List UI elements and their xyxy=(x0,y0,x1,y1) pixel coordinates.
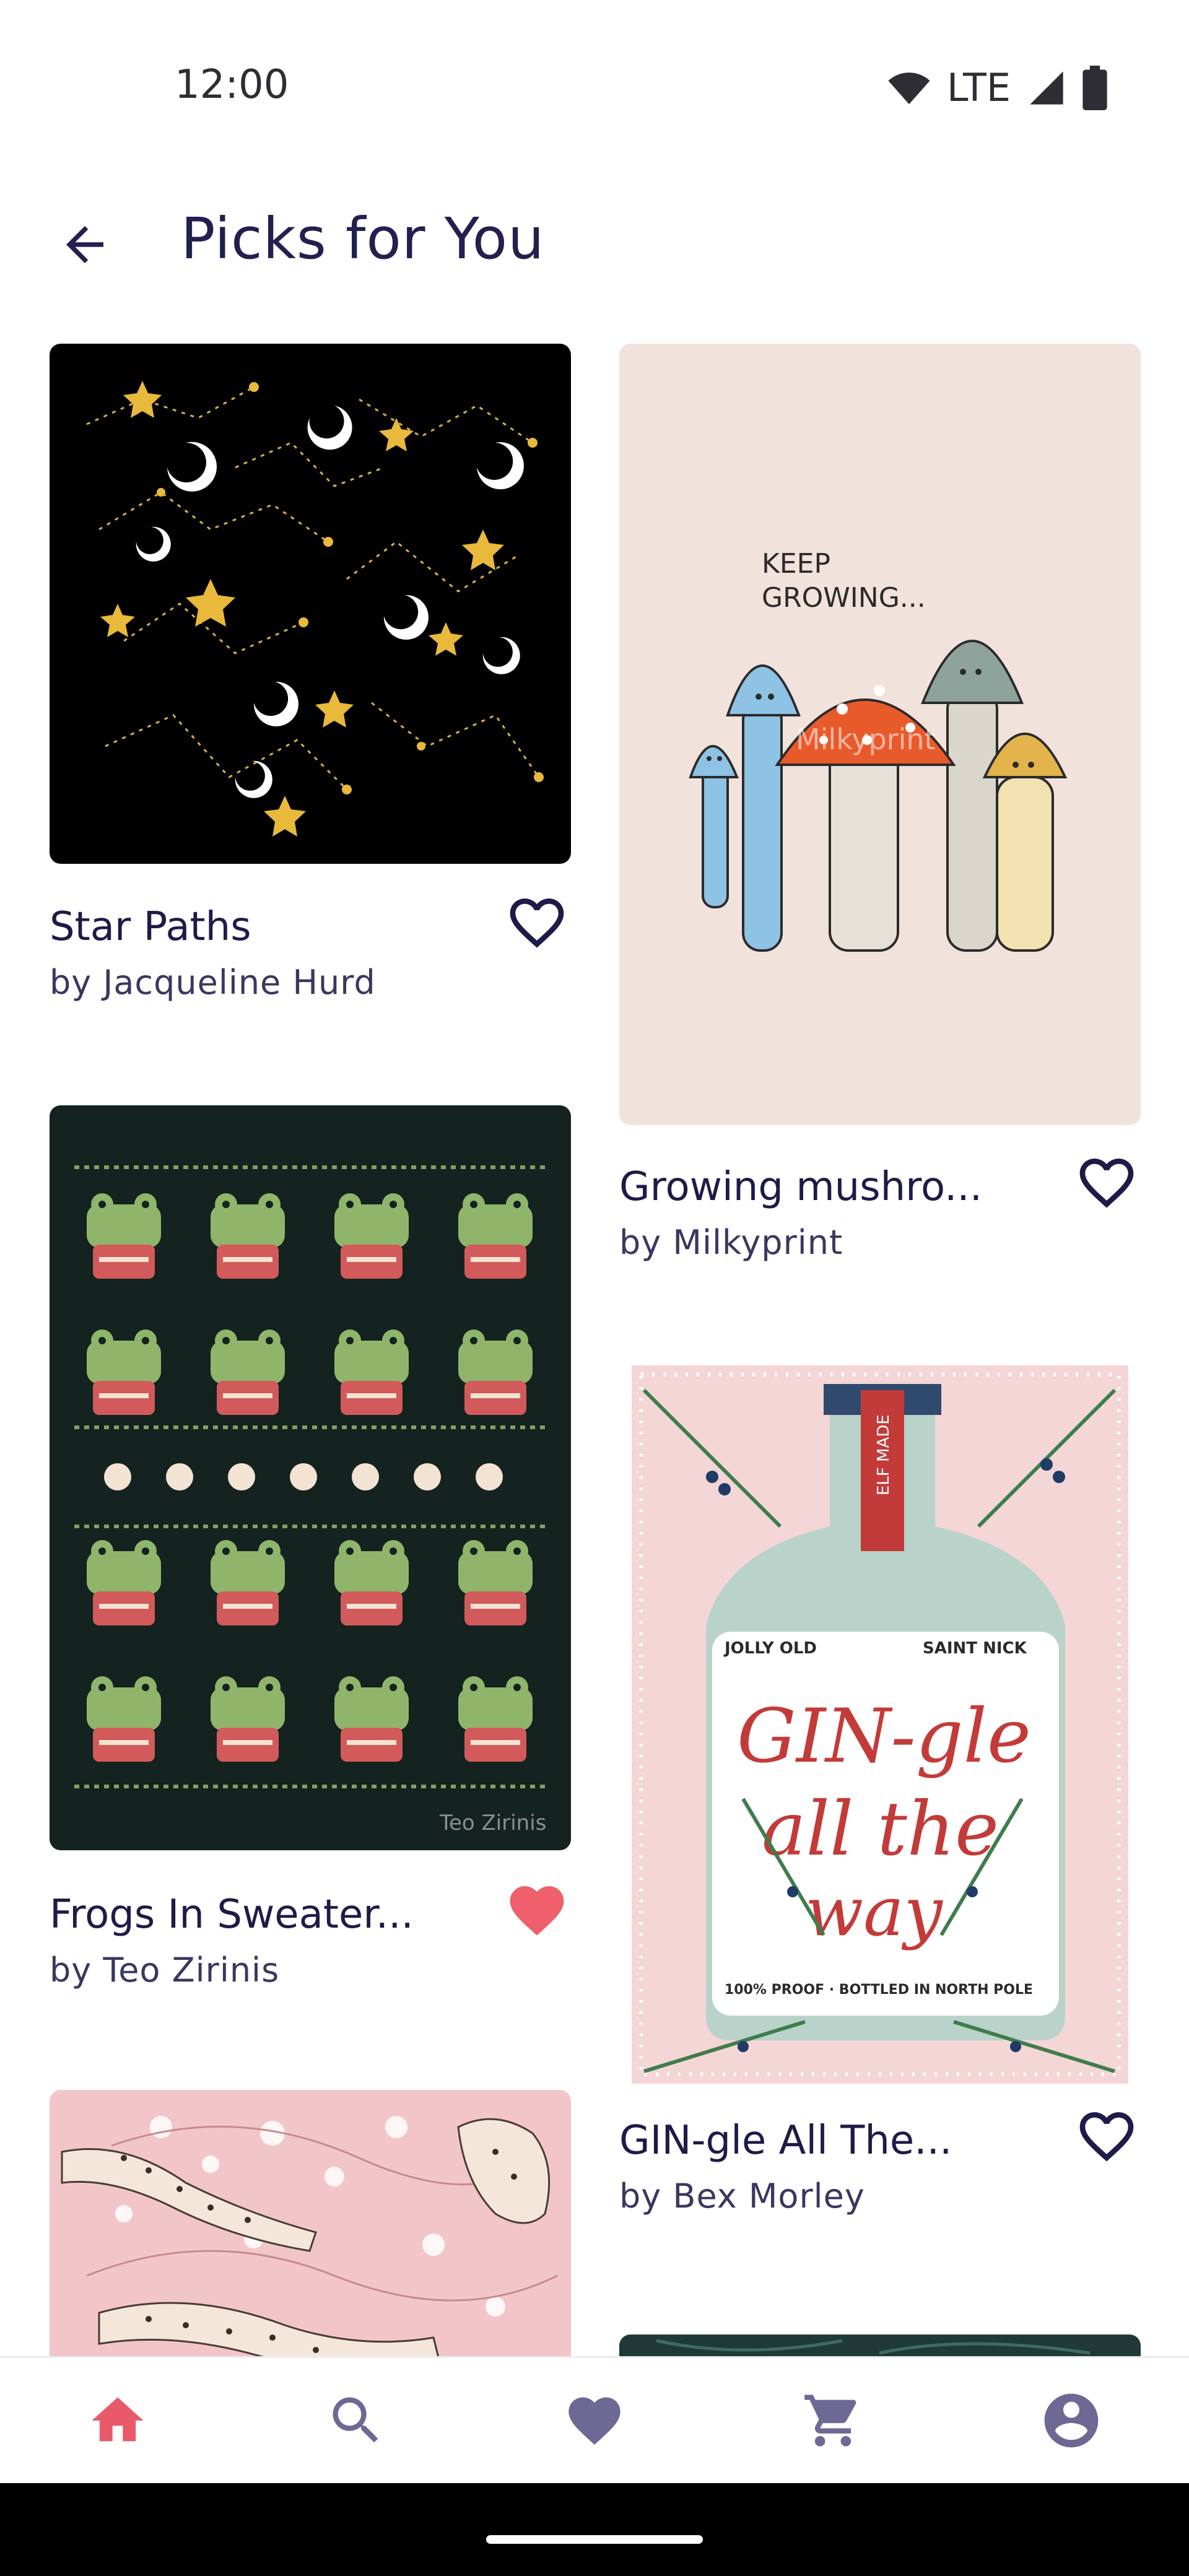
home-gesture-pill[interactable] xyxy=(486,2535,703,2544)
product-card-partial-right[interactable] xyxy=(619,2334,1141,2356)
heart-outline-icon xyxy=(1079,2112,1134,2162)
status-bar: 12:00 LTE xyxy=(0,0,1189,149)
heart-icon xyxy=(568,2397,621,2445)
favorite-button[interactable] xyxy=(503,889,571,957)
wifi-icon xyxy=(888,72,930,104)
status-time: 12:00 xyxy=(175,62,289,108)
product-card-star-paths[interactable]: Star Paths by Jacqueline Hurd xyxy=(50,344,571,1025)
card-title[interactable]: Growing mushro... xyxy=(619,1164,982,1210)
svg-text:Milkyprint: Milkyprint xyxy=(796,723,936,756)
nav-search[interactable] xyxy=(322,2387,390,2455)
star-paths-artwork[interactable] xyxy=(50,344,571,864)
card-title[interactable]: GIN-gle All The... xyxy=(619,2118,952,2164)
svg-text:SAINT NICK: SAINT NICK xyxy=(923,1639,1027,1658)
svg-text:KEEP: KEEP xyxy=(762,548,830,580)
arrow-left-icon xyxy=(66,226,103,263)
svg-text:100% PROOF · BOTTLED IN NORTH: 100% PROOF · BOTTLED IN NORTH POLE xyxy=(725,1982,1033,1998)
account-icon xyxy=(1044,2393,1099,2448)
home-icon xyxy=(92,2397,144,2442)
product-card-frogs-in-sweaters[interactable]: Teo Zirinis Frogs In Sweater... by Teo Z… xyxy=(50,1105,571,1997)
partial-artwork[interactable] xyxy=(619,2334,1141,2356)
favorite-button[interactable] xyxy=(1073,1149,1141,1217)
nav-home[interactable] xyxy=(84,2387,152,2455)
network-label: LTE xyxy=(946,65,1011,110)
cheetah-floral-artwork[interactable] xyxy=(50,2090,571,2356)
back-button[interactable] xyxy=(51,211,119,279)
signal-icon xyxy=(1030,71,1063,105)
favorite-button[interactable] xyxy=(503,1876,571,1944)
svg-text:way: way xyxy=(805,1872,944,1951)
card-artist[interactable]: by Teo Zirinis xyxy=(50,1951,279,1990)
svg-text:GIN-gle: GIN-gle xyxy=(737,1694,1031,1780)
gin-gle-artwork[interactable]: ELF MADE JOLLY OLD SAINT NICK GIN-gle al… xyxy=(619,1365,1141,2084)
search-icon xyxy=(333,2397,378,2443)
frogs-in-sweaters-artwork[interactable]: Teo Zirinis xyxy=(50,1105,571,1850)
card-title[interactable]: Star Paths xyxy=(50,904,251,950)
nav-cart[interactable] xyxy=(799,2387,867,2455)
bottom-navigation xyxy=(0,2356,1189,2483)
nav-account[interactable] xyxy=(1037,2387,1105,2455)
system-gesture-bar xyxy=(0,2483,1189,2576)
heart-filled-icon xyxy=(510,1886,564,1936)
cart-icon xyxy=(804,2395,856,2447)
card-artist[interactable]: by Milkyprint xyxy=(619,1223,843,1262)
nav-favorites[interactable] xyxy=(560,2387,629,2455)
svg-text:JOLLY OLD: JOLLY OLD xyxy=(723,1639,817,1658)
card-artist[interactable]: by Jacqueline Hurd xyxy=(50,963,376,1002)
favorite-button[interactable] xyxy=(1073,2102,1141,2170)
product-feed[interactable]: Star Paths by Jacqueline Hurd KEEP GROWI… xyxy=(0,344,1189,2356)
svg-text:ELF MADE: ELF MADE xyxy=(874,1414,893,1495)
svg-text:Teo Zirinis: Teo Zirinis xyxy=(439,1811,546,1835)
product-card-partial-left[interactable] xyxy=(50,2090,571,2356)
battery-icon xyxy=(1082,65,1107,110)
growing-mushrooms-artwork[interactable]: KEEP GROWING... Milkyprint xyxy=(619,344,1141,1125)
product-card-gin-gle[interactable]: ELF MADE JOLLY OLD SAINT NICK GIN-gle al… xyxy=(619,1365,1141,2257)
heart-outline-icon xyxy=(510,899,564,948)
card-artist[interactable]: by Bex Morley xyxy=(619,2177,865,2216)
card-title[interactable]: Frogs In Sweater... xyxy=(50,1892,414,1938)
svg-text:GROWING...: GROWING... xyxy=(762,582,926,614)
app-bar: Picks for You xyxy=(0,186,1189,291)
status-icons: LTE xyxy=(887,65,1107,110)
svg-text:all the: all the xyxy=(762,1786,999,1873)
product-card-growing-mushrooms[interactable]: KEEP GROWING... Milkyprint Growing mushr… xyxy=(619,344,1141,1285)
heart-outline-icon xyxy=(1079,1159,1134,1208)
page-title: Picks for You xyxy=(181,206,545,272)
